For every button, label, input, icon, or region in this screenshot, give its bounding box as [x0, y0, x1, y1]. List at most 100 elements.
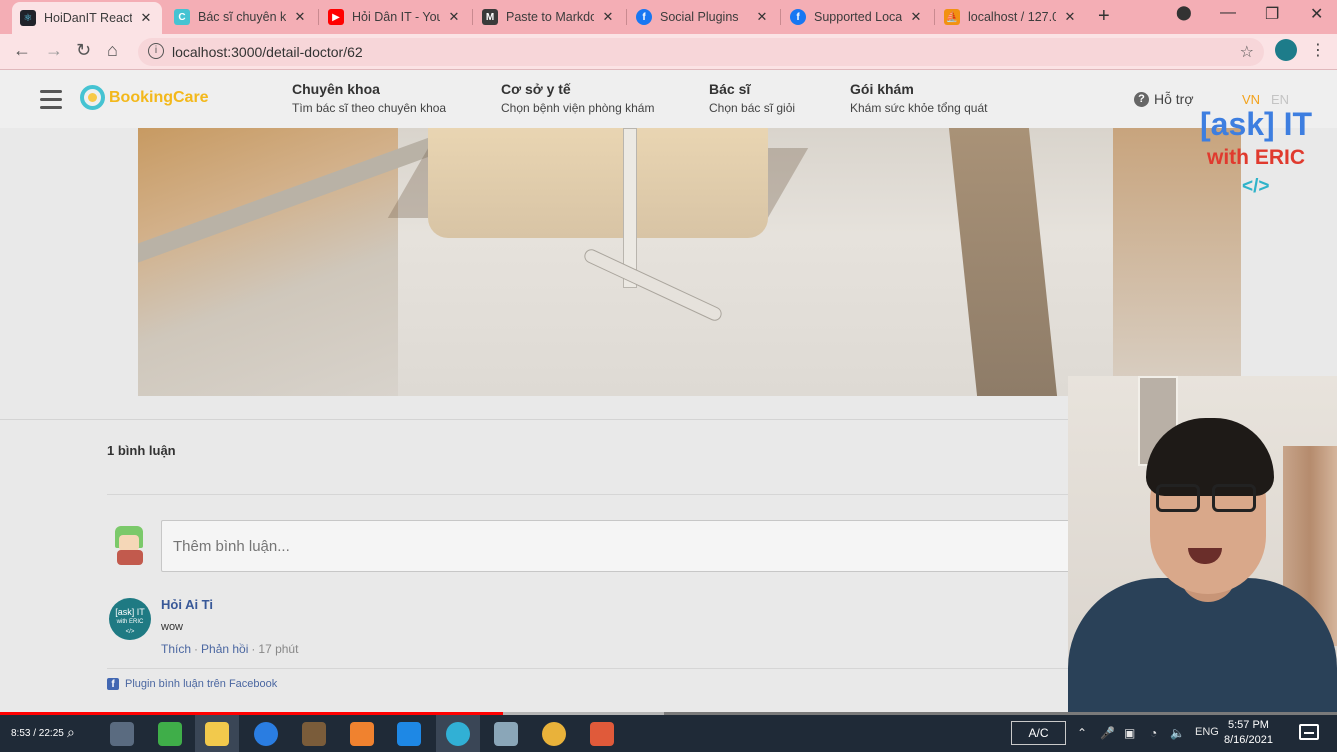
task-view-icon[interactable]: [110, 722, 134, 746]
react-icon: ⚛: [20, 10, 36, 26]
file-explorer-icon[interactable]: [205, 722, 229, 746]
close-tab-icon[interactable]: ✕: [1062, 9, 1078, 25]
browser-tab[interactable]: ⛵ localhost / 127.0 ✕: [936, 0, 1086, 34]
minimize-icon[interactable]: —: [1220, 4, 1236, 22]
close-tab-icon[interactable]: ✕: [908, 9, 924, 25]
language-indicator[interactable]: ENG: [1195, 726, 1219, 738]
facebook-icon: f: [790, 9, 806, 25]
support-label: Hỗ trợ: [1154, 91, 1194, 107]
browser-toolbar: ← → ↻ ⌂ i localhost:3000/detail-doctor/6…: [0, 34, 1337, 70]
help-icon: ?: [1134, 91, 1149, 107]
nav-subtitle: Chọn bác sĩ giỏi: [709, 101, 796, 115]
microphone-icon[interactable]: 🎤: [1100, 726, 1115, 740]
new-tab-icon[interactable]: +: [1098, 5, 1110, 28]
tab-title: HoiDanIT React A: [44, 11, 132, 25]
close-window-icon[interactable]: ✕: [1310, 4, 1323, 24]
screen: ⚛ HoiDanIT React A ✕ C Bác sĩ chuyên kh …: [0, 0, 1337, 752]
like-link[interactable]: Thích: [161, 642, 191, 656]
bookmark-star-icon[interactable]: ☆: [1240, 42, 1254, 62]
support-link[interactable]: ? Hỗ trợ: [1134, 91, 1194, 107]
plugin-label: Plugin bình luận trên Facebook: [125, 678, 278, 690]
tab-title: Bác sĩ chuyên kh: [198, 10, 286, 24]
markdown-icon: M: [482, 9, 498, 25]
close-tab-icon[interactable]: ✕: [754, 9, 770, 25]
forward-icon[interactable]: →: [45, 40, 63, 61]
browser-tab[interactable]: M Paste to Markdo ✕: [474, 0, 624, 34]
browser-tab[interactable]: f Social Plugins ✕: [628, 0, 778, 34]
nav-item-facility[interactable]: Cơ sở y tế Chọn bệnh viện phòng khám: [501, 81, 654, 115]
site-logo[interactable]: BookingCare: [80, 85, 209, 110]
tray-app-icon[interactable]: ▣: [1124, 726, 1135, 740]
bookingcare-icon: C: [174, 9, 190, 25]
browser-tab[interactable]: ▶ Hỏi Dân IT - YouT ✕: [320, 0, 470, 34]
back-icon[interactable]: ←: [13, 40, 31, 61]
close-tab-icon[interactable]: ✕: [446, 9, 462, 25]
facebook-icon: f: [636, 9, 652, 25]
xampp-icon[interactable]: [350, 722, 374, 746]
video-time: 8:53 / 22:25: [11, 728, 64, 739]
avatar-code: </>: [125, 629, 135, 635]
tab-title: Paste to Markdo: [506, 10, 594, 24]
close-tab-icon[interactable]: ✕: [292, 9, 308, 25]
wifi-icon[interactable]: ◔: [1150, 726, 1157, 740]
comment-count: 1 bình luận: [107, 443, 176, 458]
chevron-up-icon[interactable]: ⌃: [1077, 726, 1087, 740]
watermark-line3: </>: [1242, 176, 1270, 197]
browser-tab[interactable]: f Supported Locale ✕: [782, 0, 932, 34]
close-tab-icon[interactable]: ✕: [138, 10, 154, 26]
phpmyadmin-icon: ⛵: [944, 9, 960, 25]
current-user-avatar: [107, 520, 153, 566]
home-icon[interactable]: ⌂: [107, 40, 118, 61]
nav-title: Cơ sở y tế: [501, 81, 571, 97]
avatar-subtext: with ERIC: [116, 619, 144, 625]
browser-tab[interactable]: C Bác sĩ chuyên kh ✕: [166, 0, 316, 34]
search-icon[interactable]: ⌕: [67, 724, 75, 741]
system-clock[interactable]: 5:57 PM 8/16/2021: [1224, 718, 1273, 748]
comment-actions: Thích · Phản hồi · 17 phút: [161, 642, 299, 656]
chrome-icon[interactable]: [542, 722, 566, 746]
comment-text: wow: [161, 621, 184, 633]
nav-subtitle: Khám sức khỏe tổng quát: [850, 101, 988, 115]
notification-icon[interactable]: [1299, 724, 1319, 740]
tab-title: Hỏi Dân IT - YouT: [352, 10, 440, 24]
skype-icon[interactable]: [254, 722, 278, 746]
nav-item-doctor[interactable]: Bác sĩ Chọn bác sĩ giỏi: [709, 81, 795, 115]
doctor-banner-image: [138, 128, 1241, 396]
volume-icon[interactable]: 🔈: [1170, 726, 1185, 740]
browser-tab[interactable]: ⚛ HoiDanIT React A ✕: [12, 2, 162, 34]
ac-indicator[interactable]: A/C: [1011, 721, 1066, 745]
comment-time[interactable]: 17 phút: [258, 642, 298, 656]
reply-link[interactable]: Phản hồi: [201, 642, 248, 656]
tab-title: localhost / 127.0: [968, 10, 1056, 24]
app-icon[interactable]: [590, 722, 614, 746]
comment-divider: [107, 494, 1069, 495]
site-info-icon[interactable]: i: [148, 43, 164, 59]
logo-text: BookingCare: [109, 88, 209, 106]
nav-item-package[interactable]: Gói khám Khám sức khỏe tổng quát: [850, 81, 987, 115]
vscode-icon[interactable]: [397, 722, 421, 746]
reload-icon[interactable]: ↻: [76, 40, 91, 61]
facebook-plugin-link[interactable]: f Plugin bình luận trên Facebook: [107, 678, 277, 690]
chrome-icon[interactable]: [446, 722, 470, 746]
windows-taskbar: 8:53 / 22:25 ⌕ A/C ⌃ 🎤 ▣ ◔ 🔈 ENG 5:57 PM…: [0, 715, 1337, 752]
camtasia-icon[interactable]: [158, 722, 182, 746]
sourcetree-icon[interactable]: [302, 722, 326, 746]
chrome-menu-icon[interactable]: ⋮: [1310, 40, 1326, 60]
clock-time: 5:57 PM: [1227, 719, 1269, 731]
restore-icon[interactable]: ❐: [1265, 4, 1279, 24]
clock-date: 8/16/2021: [1224, 734, 1273, 746]
close-tab-icon[interactable]: ✕: [600, 9, 616, 25]
notepad-icon[interactable]: [494, 722, 518, 746]
lang-en-button[interactable]: EN: [1271, 92, 1289, 107]
tab-title: Social Plugins: [660, 10, 739, 24]
address-bar[interactable]: i localhost:3000/detail-doctor/62 ☆: [138, 38, 1264, 66]
bookingcare-logo-icon: [80, 85, 105, 110]
lang-vn-button[interactable]: VN: [1242, 92, 1260, 107]
nav-item-specialty[interactable]: Chuyên khoa Tìm bác sĩ theo chuyên khoa: [292, 81, 446, 115]
tab-search-icon[interactable]: ⬤: [1176, 4, 1192, 21]
commenter-avatar[interactable]: [ask] IT with ERIC </>: [109, 598, 151, 640]
comment-input[interactable]: [161, 520, 1071, 572]
comment-author[interactable]: Hỏi Ai Ti: [161, 597, 213, 612]
profile-avatar[interactable]: [1275, 39, 1297, 61]
hamburger-menu-icon[interactable]: [40, 90, 62, 114]
